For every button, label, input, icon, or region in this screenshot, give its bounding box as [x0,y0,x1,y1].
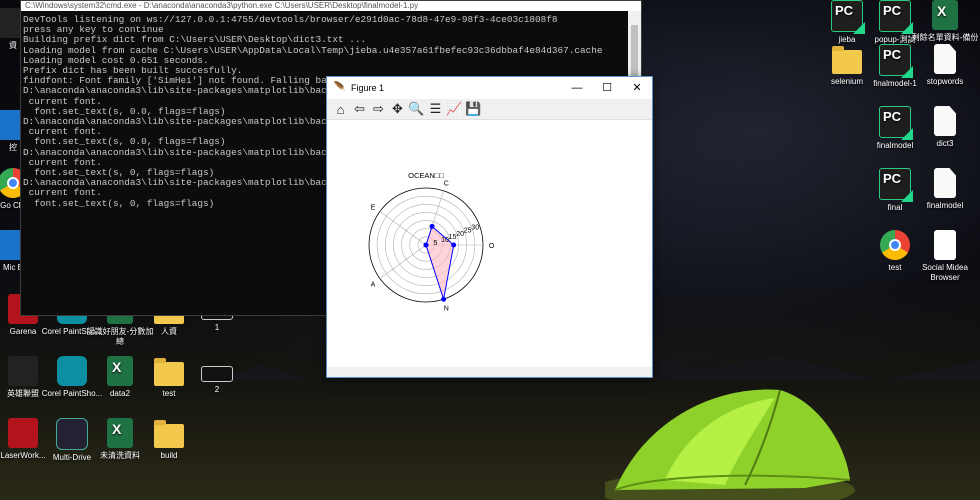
forward-icon[interactable]: ⇨ [369,100,388,118]
document-icon [934,106,956,136]
radar-axis-label: N [444,305,449,312]
document-icon [934,168,956,198]
radar-axis-label: O [489,243,495,250]
wallpaper-tent [605,389,855,500]
save-icon[interactable]: 💾 [464,100,483,118]
matplotlib-logo-icon: 🪶 [333,82,347,93]
document-icon [934,44,956,74]
pc-icon [831,0,863,32]
desktop-icon-label: dict3 [936,139,954,148]
desktop-icon-label: 1 [214,323,220,332]
radar-data-point [423,242,429,248]
figure-toolbar: ⌂ ⇦ ⇨ ✥ 🔍 ☰ 📈 💾 [327,99,652,120]
minimize-button[interactable]: — [562,77,592,99]
maximize-button[interactable]: ☐ [592,77,622,99]
desktop-icon[interactable]: stopwords [910,44,980,87]
edit-curves-icon[interactable]: 📈 [445,100,464,118]
app-icon [201,366,233,382]
chart-title: OCEAN□□ [408,171,444,180]
desktop-icon-label: 2 [214,385,220,394]
lol-icon [8,356,38,386]
radar-data-point [429,223,435,229]
nox-icon [56,418,88,450]
desktop-icon-label: 剩餘名單資料-備份 [911,33,979,42]
desktop-icon-label: build [160,451,178,460]
radar-rtick-label: 5 [434,240,438,247]
pc-icon [879,0,911,32]
radar-axis-label: E [371,204,376,211]
corel-icon [57,356,87,386]
folder-icon [154,358,184,386]
desktop-icon-label: stopwords [926,77,964,86]
desktop-icon[interactable]: 剩餘名單資料-備份 [910,0,980,43]
figure-statusbar [327,367,652,377]
excel-icon [932,0,958,30]
pan-icon[interactable]: ✥ [388,100,407,118]
radar-chart: 5 10 15 20 25 30OCEANOCEAN□□ [368,171,495,312]
radar-data-point [451,242,457,248]
home-icon[interactable]: ⌂ [331,100,350,118]
pc-icon [879,168,911,200]
radar-data-point [441,296,447,302]
pc-icon [879,44,911,76]
desktop-icon-label: Social Midea Browser [922,263,968,282]
radar-rtick-label: 30 [471,225,479,232]
app-icon [934,230,956,260]
chrome-icon [880,230,910,260]
figure-titlebar: 🪶 Figure 1 — ☐ ✕ [327,77,652,99]
pc-icon [879,106,911,138]
console-title: C:\Windows\system32\cmd.exe - D:\anacond… [21,1,641,11]
desktop-icon[interactable]: build [134,418,204,461]
desktop-icon[interactable]: finalmodel [910,168,980,211]
radar-spoke [379,211,427,246]
figure-title: Figure 1 [351,83,385,93]
radar-axis-label: C [444,181,449,188]
laserwork-icon [8,418,38,448]
back-icon[interactable]: ⇦ [350,100,369,118]
excel-icon [107,356,133,386]
desktop-icon[interactable]: Social Midea Browser [910,230,980,283]
figure-canvas[interactable]: 5 10 15 20 25 30 O C E A N OCEAN□□ [327,120,652,367]
close-button[interactable]: ✕ [622,77,652,99]
desktop-icon[interactable]: 2 [182,356,252,395]
folder-icon [154,420,184,448]
radar-spoke [379,244,427,279]
desktop-icon[interactable]: dict3 [910,106,980,149]
zoom-icon[interactable]: 🔍 [407,100,426,118]
desktop-icon-label: finalmodel [926,201,964,210]
folder-icon [832,46,862,74]
radar-axis-label: A [371,282,376,289]
configure-icon[interactable]: ☰ [426,100,445,118]
excel-icon [107,418,133,448]
figure-window[interactable]: 🪶 Figure 1 — ☐ ✕ ⌂ ⇦ ⇨ ✥ 🔍 ☰ 📈 💾 5 10 15 20… [326,76,653,378]
